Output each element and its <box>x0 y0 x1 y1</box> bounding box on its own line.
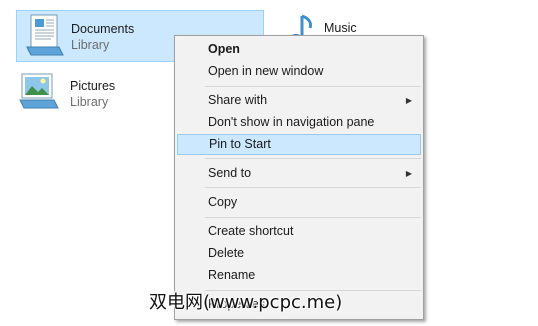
menu-item-label: Copy <box>208 195 238 209</box>
menu-item-share-with[interactable]: Share with ▶ <box>177 90 421 111</box>
library-subtitle: Library <box>71 38 110 52</box>
submenu-arrow-icon: ▶ <box>405 96 412 105</box>
menu-item-label: Don't show in navigation pane <box>208 115 375 129</box>
menu-item-label: Share with <box>208 93 268 107</box>
menu-item-rename[interactable]: Rename <box>177 265 421 286</box>
documents-library-icon <box>25 13 67 57</box>
submenu-arrow-icon: ▶ <box>405 169 412 178</box>
menu-item-open-new-window[interactable]: Open in new window <box>177 61 421 82</box>
menu-item-dont-show-in-nav-pane[interactable]: Don't show in navigation pane <box>177 112 421 133</box>
menu-separator <box>205 86 421 87</box>
menu-item-label: Create shortcut <box>208 224 294 238</box>
menu-item-label: Open in new window <box>208 64 324 78</box>
library-title: Music <box>324 21 357 35</box>
menu-item-label: Pin to Start <box>209 137 271 151</box>
menu-item-label: Rename <box>208 268 256 282</box>
menu-item-open[interactable]: Open <box>177 39 421 60</box>
menu-item-create-shortcut[interactable]: Create shortcut <box>177 221 421 242</box>
menu-item-delete[interactable]: Delete <box>177 243 421 264</box>
menu-item-send-to[interactable]: Send to ▶ <box>177 163 421 184</box>
menu-item-label: Open <box>208 42 240 56</box>
library-title: Pictures <box>70 79 116 93</box>
menu-separator <box>205 217 421 218</box>
watermark: 双电网(www.pcpc.me) <box>149 292 343 313</box>
menu-item-label: Delete <box>208 246 245 260</box>
library-subtitle: Library <box>70 95 109 109</box>
library-title: Documents <box>71 22 135 36</box>
menu-item-copy[interactable]: Copy <box>177 192 421 213</box>
pictures-library-icon <box>18 70 60 114</box>
menu-item-pin-to-start[interactable]: Pin to Start <box>177 134 421 155</box>
menu-separator <box>205 187 421 188</box>
menu-item-label: Send to <box>208 166 252 180</box>
menu-separator <box>205 158 421 159</box>
context-menu: Open Open in new window Share with ▶ Don… <box>174 35 424 320</box>
library-tile-pictures[interactable]: Pictures Library <box>16 66 166 116</box>
